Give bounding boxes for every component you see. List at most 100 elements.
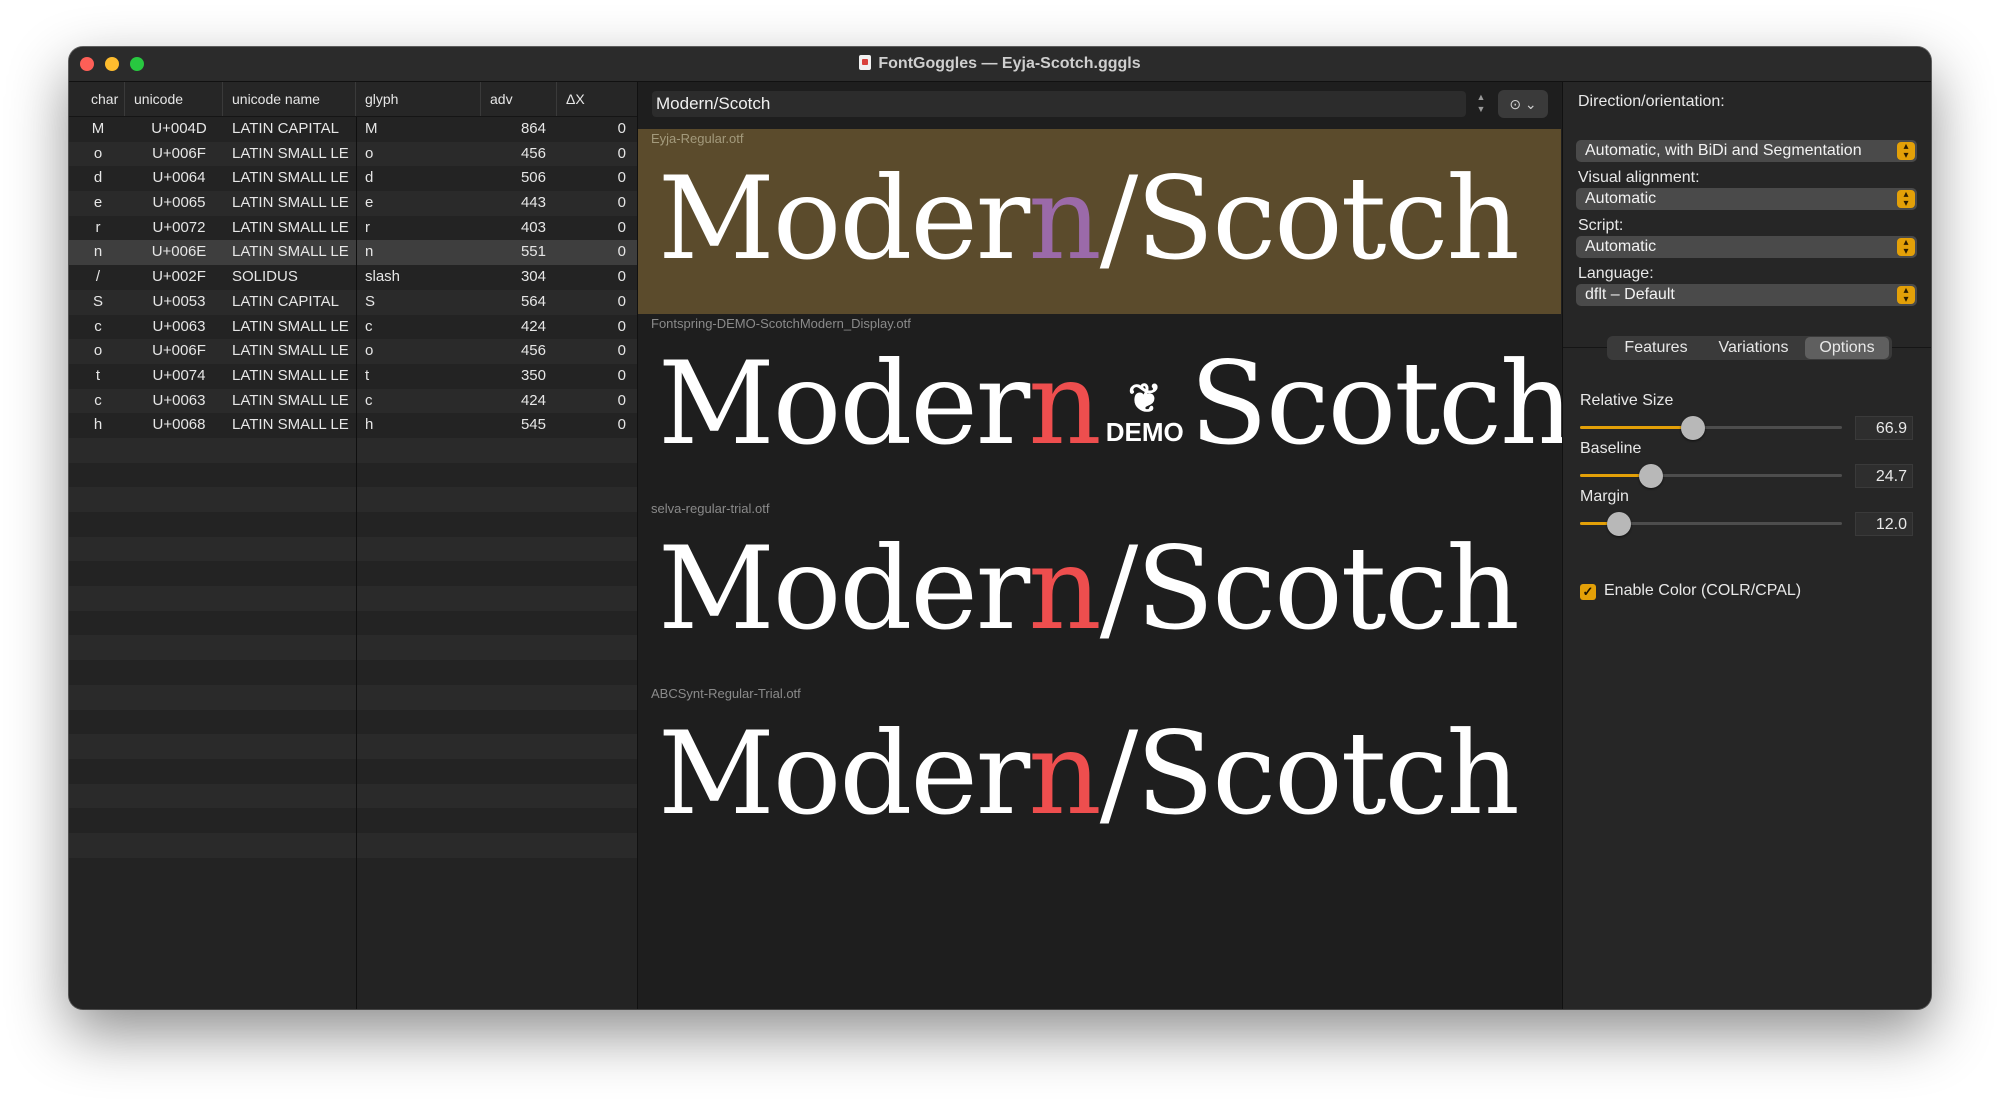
cell-adv: 424 (520, 317, 546, 335)
empty-row (69, 635, 637, 661)
window-title: FontGoggles — Eyja-Scotch.gggls (69, 47, 1931, 81)
tab-variations[interactable]: Variations (1705, 336, 1802, 360)
slider-knob[interactable] (1607, 512, 1632, 536)
tab-features[interactable]: Features (1607, 336, 1705, 360)
cell-glyph: c (365, 317, 373, 335)
slider-track[interactable] (1580, 512, 1842, 536)
cell-unicode-name: LATIN SMALL LE (232, 416, 349, 434)
cell-char: / (95, 268, 101, 286)
font-preview-row[interactable]: Eyja-Regular.otf Modern/Scotch (638, 129, 1561, 314)
highlighted-glyph: n (1028, 707, 1101, 840)
table-row[interactable]: M U+004D LATIN CAPITAL M 864 0 (69, 117, 637, 142)
table-row[interactable]: n U+006E LATIN SMALL LE n 551 0 (69, 240, 637, 266)
glyph-table-header: char unicode unicode name glyph adv ΔX (69, 82, 637, 117)
cell-unicode: U+006F (152, 144, 206, 162)
popup-arrows-icon: ▴ ▾ (1897, 142, 1915, 161)
glyph-run-text: /Scotch (1099, 707, 1520, 840)
column-header-adv[interactable]: adv (481, 82, 557, 116)
language-value: dflt – Default (1585, 286, 1675, 303)
glyph-run-rendering[interactable]: Modern/Scotch (658, 704, 1520, 844)
font-preview-row[interactable]: ABCSynt-Regular-Trial.otf Modern/Scotch (638, 684, 1561, 869)
alignment-popup[interactable]: Automatic ▴ ▾ (1576, 188, 1917, 210)
cell-char: h (93, 416, 103, 434)
glyph-run-rendering[interactable]: Modern/Scotch (658, 519, 1520, 659)
table-row[interactable]: d U+0064 LATIN SMALL LE d 506 0 (69, 166, 637, 191)
cell-unicode: U+0074 (152, 366, 206, 384)
slider-value-field[interactable]: 66.9 (1855, 416, 1913, 440)
cell-unicode: U+0053 (152, 292, 206, 310)
column-header-char[interactable]: char (69, 82, 125, 116)
history-stepper[interactable]: ▲ ▼ (1474, 91, 1488, 117)
options-sidebar: Direction/orientation: Automatic, with B… (1562, 82, 1931, 1009)
cell-unicode-name: LATIN SMALL LE (232, 243, 349, 261)
table-row[interactable]: / U+002F SOLIDUS slash 304 0 (69, 265, 637, 290)
table-row[interactable]: h U+0068 LATIN SMALL LE h 545 0 (69, 413, 637, 438)
cell-glyph: o (365, 144, 374, 162)
column-header-unicode-name[interactable]: unicode name (223, 82, 356, 116)
cell-unicode-name: LATIN CAPITAL (232, 120, 339, 137)
script-popup[interactable]: Automatic ▴ ▾ (1576, 236, 1917, 258)
cell-adv: 545 (520, 416, 546, 434)
highlighted-glyph: n (1028, 522, 1101, 655)
column-header-glyph[interactable]: glyph (356, 82, 481, 116)
language-popup[interactable]: dflt – Default ▴ ▾ (1576, 284, 1917, 306)
slider-label: Baseline (1580, 440, 1642, 457)
glyph-run-rendering[interactable]: Modern/Scotch (658, 149, 1520, 289)
column-header-delta-x[interactable]: ΔX (557, 82, 637, 116)
cell-unicode-name: LATIN SMALL LE (232, 366, 349, 384)
font-file-name: ABCSynt-Regular-Trial.otf (651, 686, 801, 701)
preview-panel: Modern/Scotch ▲ ▼ ⊙ ⌄ Eyja-Regular.otf Mod… (638, 82, 1573, 1009)
slider-label: Relative Size (1580, 392, 1674, 409)
table-row[interactable]: t U+0074 LATIN SMALL LE t 350 0 (69, 364, 637, 389)
popup-arrows-icon: ▴ ▾ (1897, 190, 1915, 209)
cell-unicode: U+002F (152, 268, 206, 286)
tab-options[interactable]: Options (1805, 337, 1889, 359)
font-preview-row[interactable]: Fontspring-DEMO-ScotchModern_Display.otf… (638, 314, 1573, 499)
empty-row (69, 463, 637, 488)
cell-unicode-name: LATIN SMALL LE (232, 194, 349, 212)
cell-char: o (93, 144, 103, 162)
fleuron-icon: ❦ (1127, 376, 1162, 421)
cell-unicode-name: SOLIDUS (232, 268, 298, 286)
cell-char: t (95, 366, 101, 384)
font-file-name: Fontspring-DEMO-ScotchModern_Display.otf (651, 316, 911, 331)
highlighted-glyph: n (1028, 152, 1101, 285)
language-label: Language: (1578, 265, 1654, 282)
font-preview-row[interactable]: selva-regular-trial.otf Modern/Scotch (638, 499, 1561, 684)
alignment-label: Visual alignment: (1578, 169, 1700, 186)
ellipsis-circle-icon: ⊙ ⌄ (1509, 96, 1537, 112)
cell-adv: 864 (520, 120, 546, 137)
glyph-run-rendering[interactable]: Modern ❦ DEMOScotch (658, 334, 1573, 474)
slider-knob[interactable] (1680, 416, 1705, 440)
table-row[interactable]: c U+0063 LATIN SMALL LE c 424 0 (69, 388, 637, 414)
table-row[interactable]: S U+0053 LATIN CAPITAL S 564 0 (69, 289, 637, 315)
slider-track[interactable] (1580, 464, 1842, 488)
cell-delta-x: 0 (617, 317, 626, 335)
table-row[interactable]: e U+0065 LATIN SMALL LE e 443 0 (69, 191, 637, 216)
cell-adv: 506 (520, 169, 546, 187)
action-menu-button[interactable]: ⊙ ⌄ (1498, 90, 1548, 118)
slider-fill (1580, 426, 1693, 429)
cell-unicode-name: LATIN SMALL LE (232, 144, 349, 162)
table-row[interactable]: o U+006F LATIN SMALL LE o 456 0 (69, 339, 637, 364)
enable-color-checkbox[interactable]: ✓ (1580, 584, 1596, 600)
empty-row (69, 437, 637, 463)
cell-adv: 424 (520, 391, 546, 409)
slider-track[interactable] (1580, 416, 1842, 440)
table-row[interactable]: c U+0063 LATIN SMALL LE c 424 0 (69, 315, 637, 340)
slider-knob[interactable] (1638, 464, 1663, 488)
table-row[interactable]: o U+006F LATIN SMALL LE o 456 0 (69, 141, 637, 167)
cell-unicode: U+004D (151, 120, 207, 137)
column-header-unicode[interactable]: unicode (125, 82, 223, 116)
empty-row (69, 561, 637, 586)
slider-value-field[interactable]: 24.7 (1855, 464, 1913, 488)
empty-row (69, 586, 637, 611)
slider-value-field[interactable]: 12.0 (1855, 512, 1913, 536)
cell-char: n (93, 243, 103, 261)
table-row[interactable]: r U+0072 LATIN SMALL LE r 403 0 (69, 216, 637, 241)
empty-row (69, 512, 637, 537)
direction-popup[interactable]: Automatic, with BiDi and Segmentation ▴ ▾ (1576, 140, 1917, 162)
demo-label: DEMO (1105, 416, 1184, 447)
cell-unicode: U+006F (152, 342, 206, 360)
preview-text-input[interactable]: Modern/Scotch (652, 91, 1466, 117)
